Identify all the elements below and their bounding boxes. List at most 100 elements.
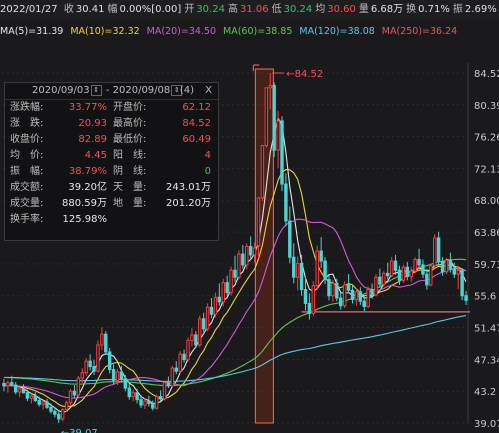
candle-down [72,390,77,396]
stat-value: 125.98% [62,214,108,225]
stat-label: 收盘价: [10,134,44,145]
candle-down [397,269,402,281]
candle-down [248,245,253,256]
candle-up [354,291,359,301]
range-start-date[interactable]: 2020/09/03 [32,85,90,96]
stat-label: 开盘价: [113,102,147,113]
candle-up [190,334,194,341]
candle-down [241,253,245,266]
candle-up [331,282,335,297]
candle-up [315,250,319,287]
y-tick-label: 47.34 [474,355,499,366]
candle-down [370,289,374,296]
candle-down [307,302,312,314]
candle-down [139,399,143,406]
quote-field-label: 低 [271,4,282,15]
quote-field-value: 31.06 [239,4,269,15]
close-icon[interactable]: X [205,83,212,99]
candle-down [174,367,178,372]
candle-up [143,400,147,406]
stat-value: 880.59万 [62,198,107,209]
candle-down [464,295,468,301]
quote-field-value: 0.71% [418,4,450,15]
y-tick-label: 76.26 [474,133,499,144]
candle-up [268,85,272,89]
stats-row: 换手率: 125.98% [5,212,218,228]
candle-up [198,318,202,346]
candle-down [151,403,155,409]
candle-down [88,360,92,368]
range-stats-panel[interactable]: 2020/09/03 ⇕ - 2020/09/08 ⇕ (4) X 涨跌幅: 33.7… [4,82,219,241]
candle-up [68,390,73,404]
ma-legend-item: MA(250)=36.24 [381,26,458,37]
candle-down [393,260,398,271]
candle-up [276,120,280,151]
y-tick-label: 59.73 [474,260,499,271]
candle-down [405,266,410,277]
candle-down [339,297,343,307]
stat-label: 均 价: [10,150,44,161]
candle-down [49,406,53,412]
candle-up [60,409,65,420]
candle-up [221,282,225,303]
stat-value: 82.89 [78,134,107,145]
stat-label: 成交量: [10,198,44,209]
candle-down [225,282,229,294]
ma-legend-item: MA(120)=38.08 [299,26,375,37]
candle-down [280,120,284,185]
quote-field-label: 开 [184,4,195,15]
candle-up [76,377,81,396]
y-tick-label: 72.13 [474,164,499,175]
quote-field-value: 30.24 [283,4,313,15]
y-tick-label: 55.6 [474,292,496,303]
stat-value: 62.12 [182,102,211,113]
candle-down [378,276,382,285]
range-end-date[interactable]: 2020/09/08 [113,85,171,96]
quote-summary-bar: 2022/01/27 收 30.41 幅 0.00%[0.00] 开 30.24 高 31.0… [0,0,499,20]
candle-up [64,402,69,411]
candle-down [288,220,292,258]
candle-down [201,318,206,330]
candle-down [460,269,464,297]
candle-down [119,371,124,380]
candle-down [440,261,445,273]
stat-value: 38.79% [68,166,107,177]
spinner-arrow-icon[interactable]: ⇕ [90,84,102,96]
stat-value: 84.52 [182,118,211,129]
candle-up [186,339,190,361]
candle-up [237,253,241,278]
candle-down [284,183,288,222]
candle-up [374,276,378,296]
candle-up [41,401,45,405]
ma-legend-item: MA(5)=31.39 [0,26,64,37]
candle-down [123,378,128,389]
candle-down [272,84,276,151]
candle-up [429,265,433,286]
y-tick-label: 39.07 [474,419,499,430]
candle-up [311,285,316,314]
candle-down [452,268,457,275]
candle-down [323,260,327,281]
candle-down [57,413,61,420]
candle-up [382,272,386,285]
quote-field-label: 均 [315,4,326,15]
candle-up [413,259,417,272]
quote-field-label: 振 [452,4,463,15]
candle-up [256,197,261,247]
quote-field-value: 2.69% [464,4,497,15]
candle-up [433,237,437,267]
candle-up [205,306,210,330]
moving-average-legend: MA(5)=31.39 MA(10)=32.32 MA(20)=34.50 MA(60… [0,24,499,40]
candle-down [194,334,198,346]
candle-up [17,388,22,393]
stat-value: 4.45 [84,150,107,161]
y-tick-label: 43.2 [474,387,496,398]
candle-down [421,264,425,275]
candle-down [362,300,366,307]
stats-row: 成交额: 39.20亿天 量: 243.01万 [5,180,218,196]
candle-down [135,392,139,401]
candle-down [92,366,96,372]
candle-up [6,382,10,387]
candle-down [292,256,296,278]
stat-value: 39.20亿 [68,182,107,193]
